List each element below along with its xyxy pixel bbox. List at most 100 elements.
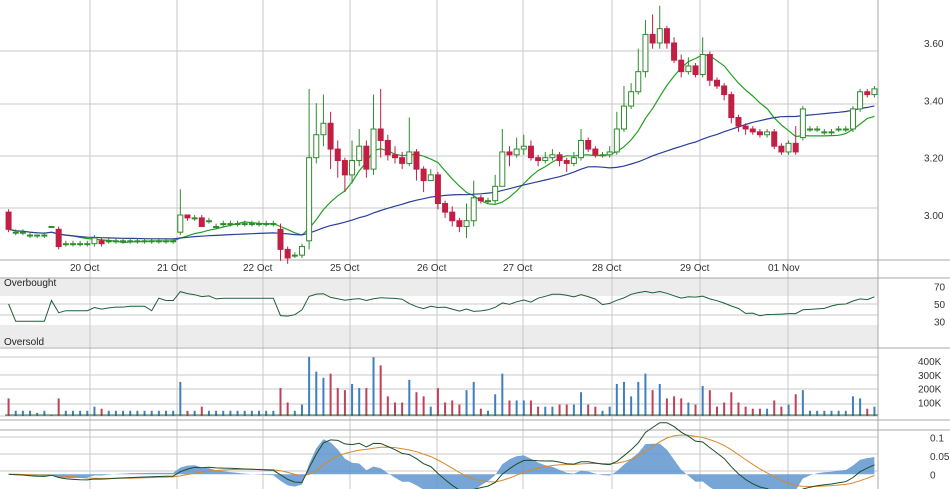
candle-body: [277, 228, 284, 250]
candle-body: [334, 148, 341, 162]
osc-tick-label: 70: [934, 283, 946, 294]
candle-body: [864, 91, 871, 96]
candle-body: [77, 243, 84, 246]
volume-tick-label: 100K: [918, 398, 942, 409]
candle-body: [599, 154, 606, 157]
candle-body: [649, 33, 656, 44]
candle-body: [871, 88, 878, 96]
volume-bar: [680, 398, 683, 416]
volume-bar: [651, 390, 654, 416]
volume-bar: [572, 404, 575, 416]
candle-body: [821, 131, 828, 134]
candle-body: [828, 131, 835, 134]
candle-body: [112, 240, 119, 243]
stock-chart: 20 Oct 21 Oct 22 Oct 25 Oct 26 Oct 27 Oct 28 O…: [0, 0, 950, 489]
volume-bar: [673, 396, 676, 416]
volume-bar: [444, 402, 447, 416]
candle-body: [377, 128, 384, 141]
volume-bar: [522, 400, 525, 416]
candle-body: [613, 128, 620, 153]
oversold-band: [0, 325, 878, 347]
candle-body: [170, 240, 177, 243]
candle-body: [341, 160, 348, 176]
volume-bar: [622, 381, 625, 416]
volume-bar: [694, 404, 697, 416]
x-tick-label: 26 Oct: [417, 263, 447, 274]
volume-bar: [315, 371, 318, 416]
x-tick-label: 22 Oct: [243, 263, 273, 274]
volume-bar: [422, 396, 425, 416]
volume-bar: [322, 377, 325, 416]
candle-body: [306, 157, 313, 242]
volume-bar: [386, 396, 389, 416]
volume-bar: [308, 356, 311, 416]
candle-body: [163, 240, 170, 243]
x-tick-label: 29 Oct: [680, 263, 710, 274]
osc-tick-label: 50: [934, 300, 946, 311]
y-tick-label: 3.60: [924, 39, 944, 50]
volume-bar: [587, 404, 590, 416]
candle-body: [678, 59, 685, 73]
x-tick-label: 21 Oct: [157, 263, 187, 274]
candle-body: [713, 79, 720, 87]
candle-body: [263, 223, 270, 226]
candle-body: [48, 225, 55, 228]
macd-tick-label: 0.1: [930, 433, 944, 444]
volume-tick-label: 400K: [918, 357, 942, 368]
candle-body: [535, 157, 542, 162]
volume-bar: [644, 373, 647, 416]
candle-body: [55, 228, 62, 248]
candles: [5, 5, 878, 264]
y-tick-label: 3.20: [924, 154, 944, 165]
candle-body: [191, 217, 198, 220]
candle-body: [284, 248, 291, 259]
candle-body: [227, 223, 234, 226]
x-tick-label: 28 Oct: [592, 263, 622, 274]
candle-body: [642, 33, 649, 73]
candle-body: [477, 197, 484, 202]
volume-bar: [279, 388, 282, 416]
overbought-label: Overbought: [4, 278, 56, 289]
macd-histogram: [8, 439, 875, 489]
candle-body: [542, 157, 549, 162]
candle-body: [399, 157, 406, 164]
candle-body: [563, 160, 570, 164]
volume-bar: [179, 381, 182, 416]
candle-body: [356, 145, 363, 162]
candle-body: [771, 131, 778, 147]
short-ma-line: [8, 54, 875, 244]
price-y-axis: 3.60 3.40 3.20 3.00: [924, 39, 944, 222]
y-tick-label: 3.40: [924, 96, 944, 107]
volume-bar: [451, 400, 454, 416]
volume-bar: [773, 400, 776, 416]
x-axis: 20 Oct 21 Oct 22 Oct 25 Oct 26 Oct 27 Oct 28 O…: [70, 263, 800, 274]
candle-body: [685, 65, 692, 73]
candle-body: [635, 71, 642, 93]
volume-bar: [408, 379, 411, 416]
volume-bar: [365, 388, 368, 416]
candle-body: [19, 231, 26, 234]
candle-body: [313, 134, 320, 159]
candle-body: [842, 128, 849, 131]
candle-body: [506, 151, 513, 156]
candle-body: [792, 142, 799, 153]
volume-bar: [393, 402, 396, 416]
macd-tick-label: 0.05: [930, 452, 950, 463]
x-tick-label: 20 Oct: [70, 263, 100, 274]
candle-body: [620, 105, 627, 130]
candle-body: [756, 131, 763, 136]
volume-bar: [286, 402, 289, 416]
candle-body: [184, 214, 191, 219]
candle-body: [499, 151, 506, 187]
osc-tick-label: 30: [934, 317, 946, 328]
candle-body: [256, 223, 263, 226]
candle-body: [549, 154, 556, 159]
candle-body: [556, 154, 563, 162]
candle-body: [849, 108, 856, 130]
volume-bar: [687, 402, 690, 416]
volume-bar: [801, 390, 804, 416]
candle-body: [592, 148, 599, 156]
candle-body: [349, 160, 356, 176]
volume-bar: [336, 388, 339, 416]
candle-body: [699, 53, 706, 76]
